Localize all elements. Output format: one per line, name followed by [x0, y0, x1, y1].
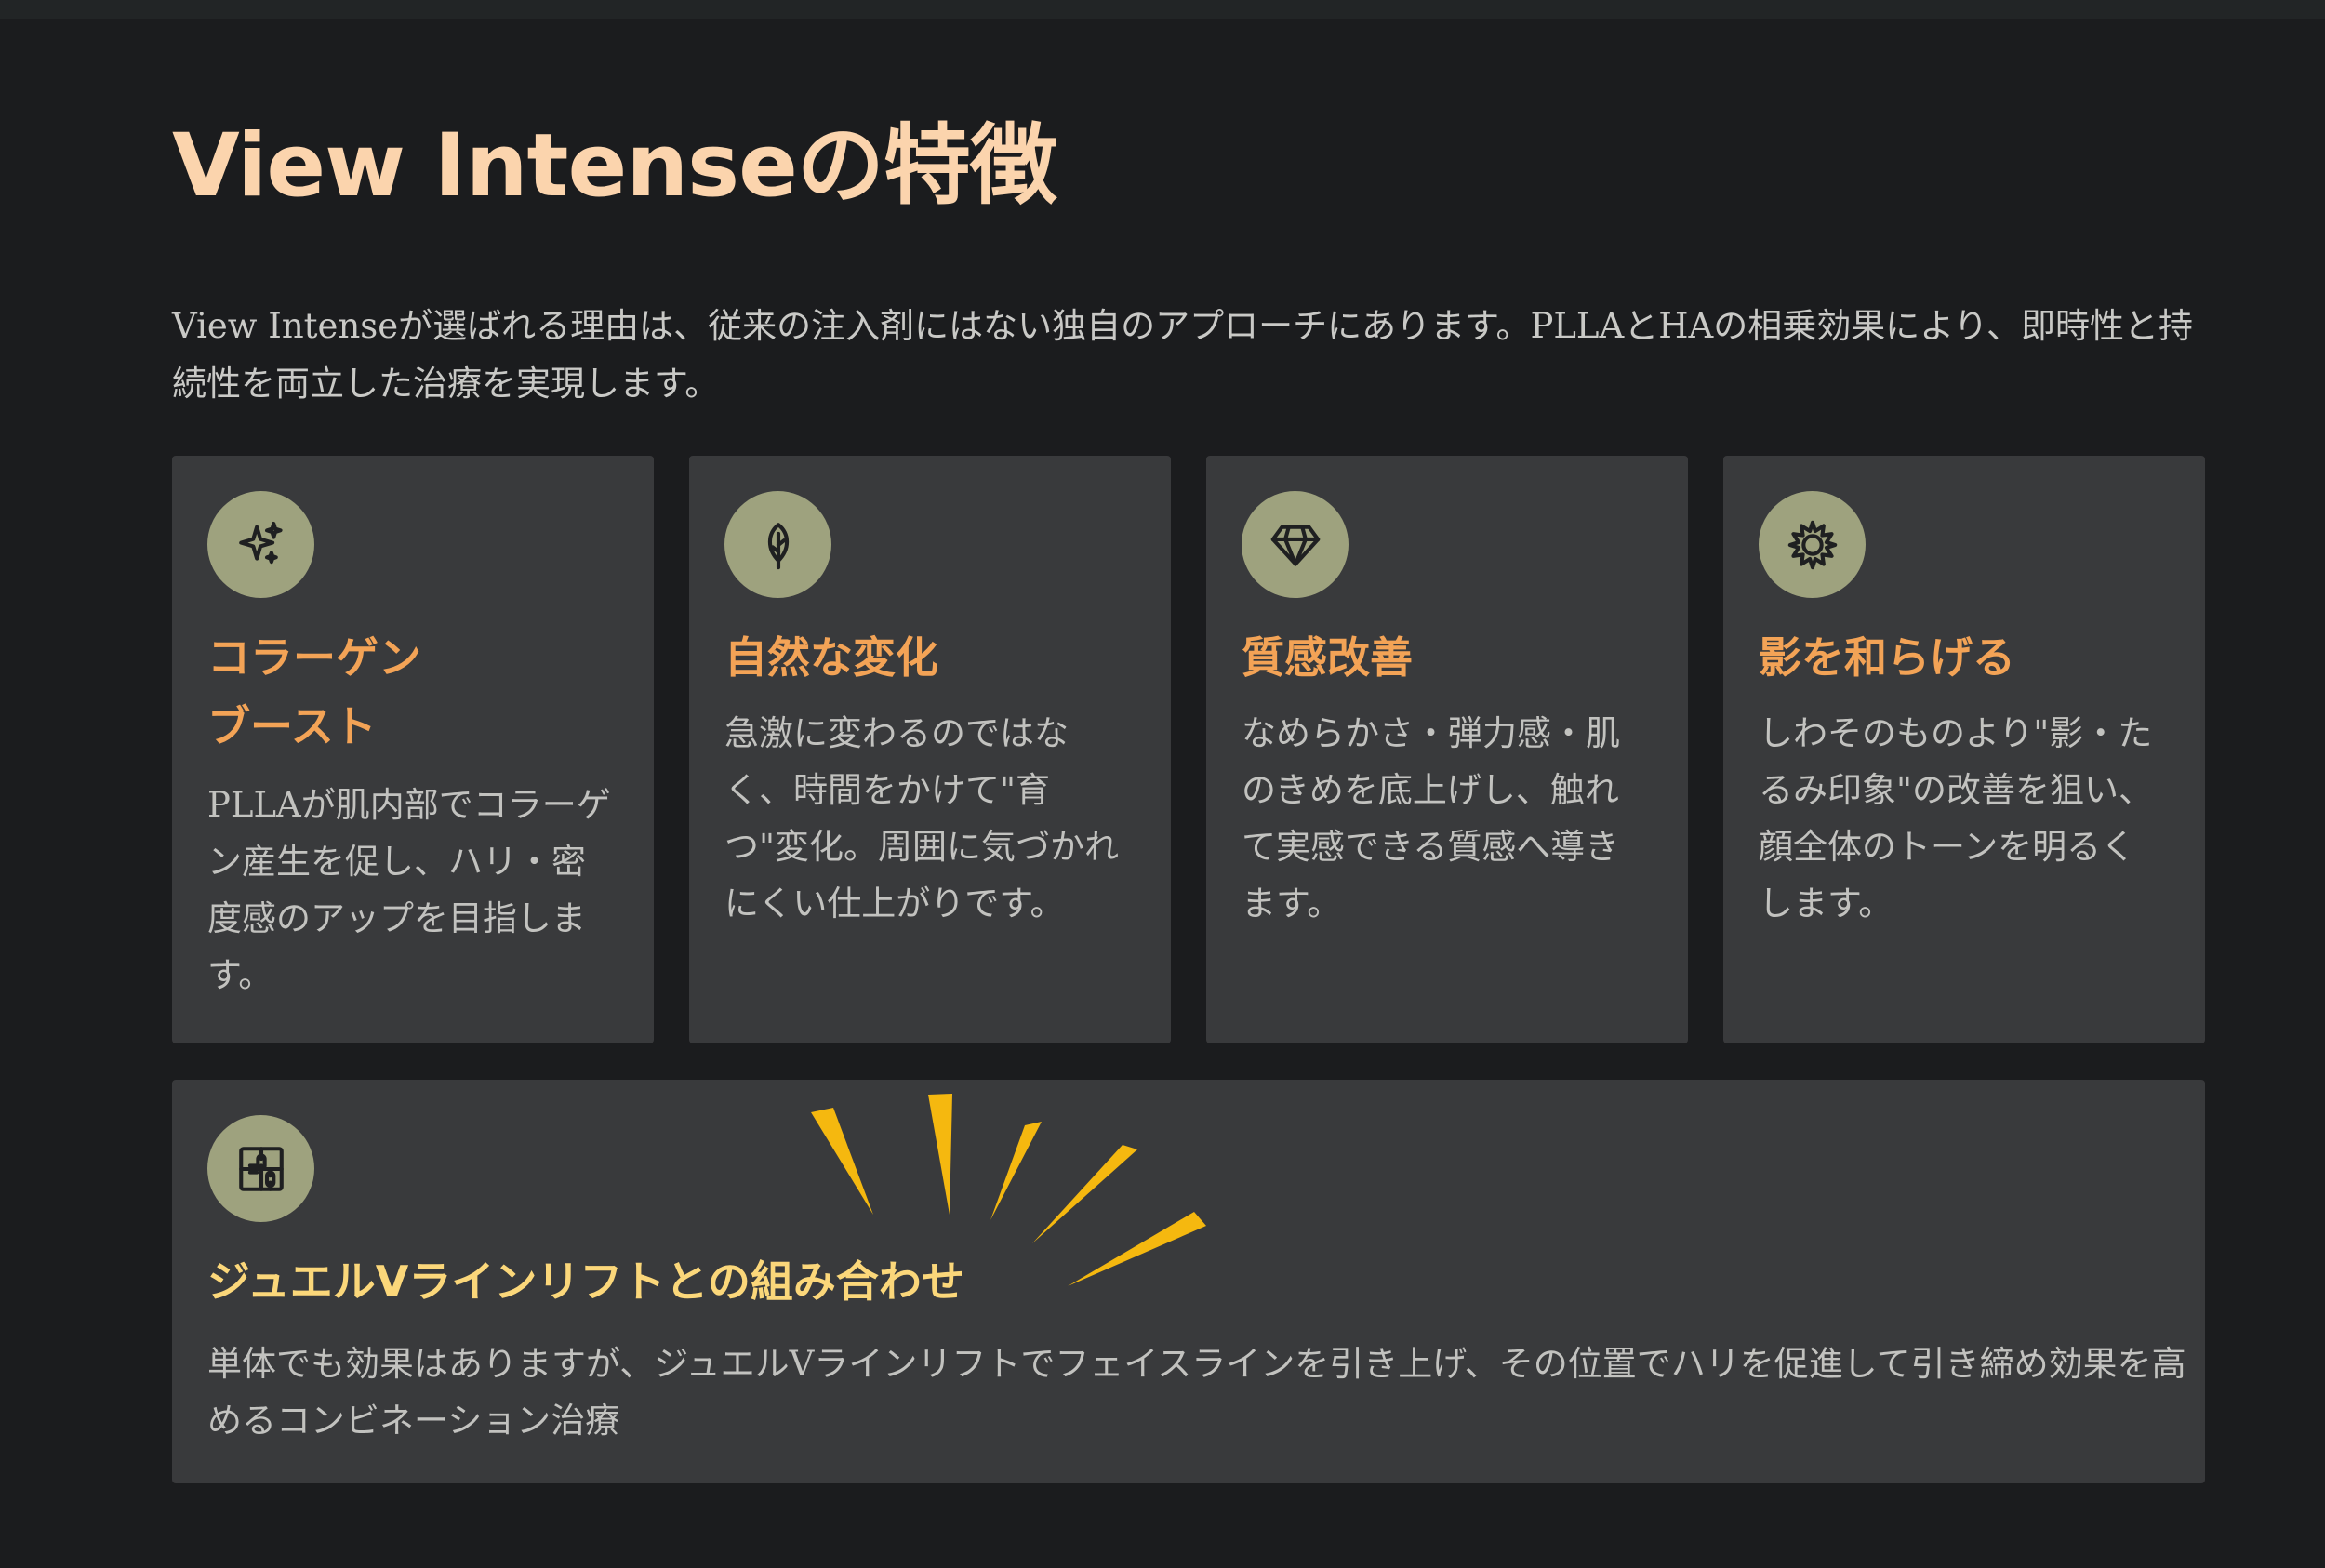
feature-body: PLLAが肌内部でコラーゲン産生を促し、ハリ・密度感のアップを目指します。 [207, 785, 611, 995]
combination-title: ジュエルVラインリフトとの組み合わせ [207, 1256, 964, 1307]
intro-text: View Intenseが選ばれる理由は、従来の注入剤にはない独自のアプローチに… [172, 306, 2193, 404]
feature-title: コラーゲン ブースト [207, 632, 421, 751]
feature-card-shadow: 影を和らげる しわそのものより"影・たるみ印象"の改善を狙い、顔全体のトーンを明… [1723, 456, 2205, 1043]
page-title: View Intenseの特徴 [172, 115, 1057, 217]
feature-card-texture: 質感改善 なめらかさ・弾力感・肌のきめを底上げし、触れて実感できる質感へ導きます… [1206, 456, 1688, 1043]
combination-card: ジュエルVラインリフトとの組み合わせ 単体でも効果はありますが、ジュエルVライン… [172, 1080, 2205, 1483]
puzzle-icon [207, 1115, 314, 1222]
feature-body: 急激に変わるのではなく、時間をかけて"育つ"変化。周囲に気づかれにくい仕上がりで… [724, 713, 1120, 924]
feature-card-natural: 自然な変化 急激に変わるのではなく、時間をかけて"育つ"変化。周囲に気づかれにく… [689, 456, 1171, 1043]
feature-body: しわそのものより"影・たるみ印象"の改善を狙い、顔全体のトーンを明るくします。 [1759, 713, 2154, 924]
feature-title: 自然な変化 [724, 632, 938, 683]
top-bar [0, 0, 2325, 19]
feature-card-collagen: コラーゲン ブースト PLLAが肌内部でコラーゲン産生を促し、ハリ・密度感のアッ… [172, 456, 654, 1043]
diamond-icon [1242, 491, 1348, 598]
feature-title: 影を和らげる [1759, 632, 2015, 683]
feature-title: 質感改善 [1242, 632, 1413, 683]
feature-body: なめらかさ・弾力感・肌のきめを底上げし、触れて実感できる質感へ導きます。 [1242, 713, 1620, 924]
sparkles-icon [207, 491, 314, 598]
leaf-icon [724, 491, 831, 598]
combination-body: 単体でも効果はありますが、ジュエルVラインリフトでフェイスラインを引き上げ、その… [207, 1344, 2186, 1441]
sun-icon [1759, 491, 1866, 598]
